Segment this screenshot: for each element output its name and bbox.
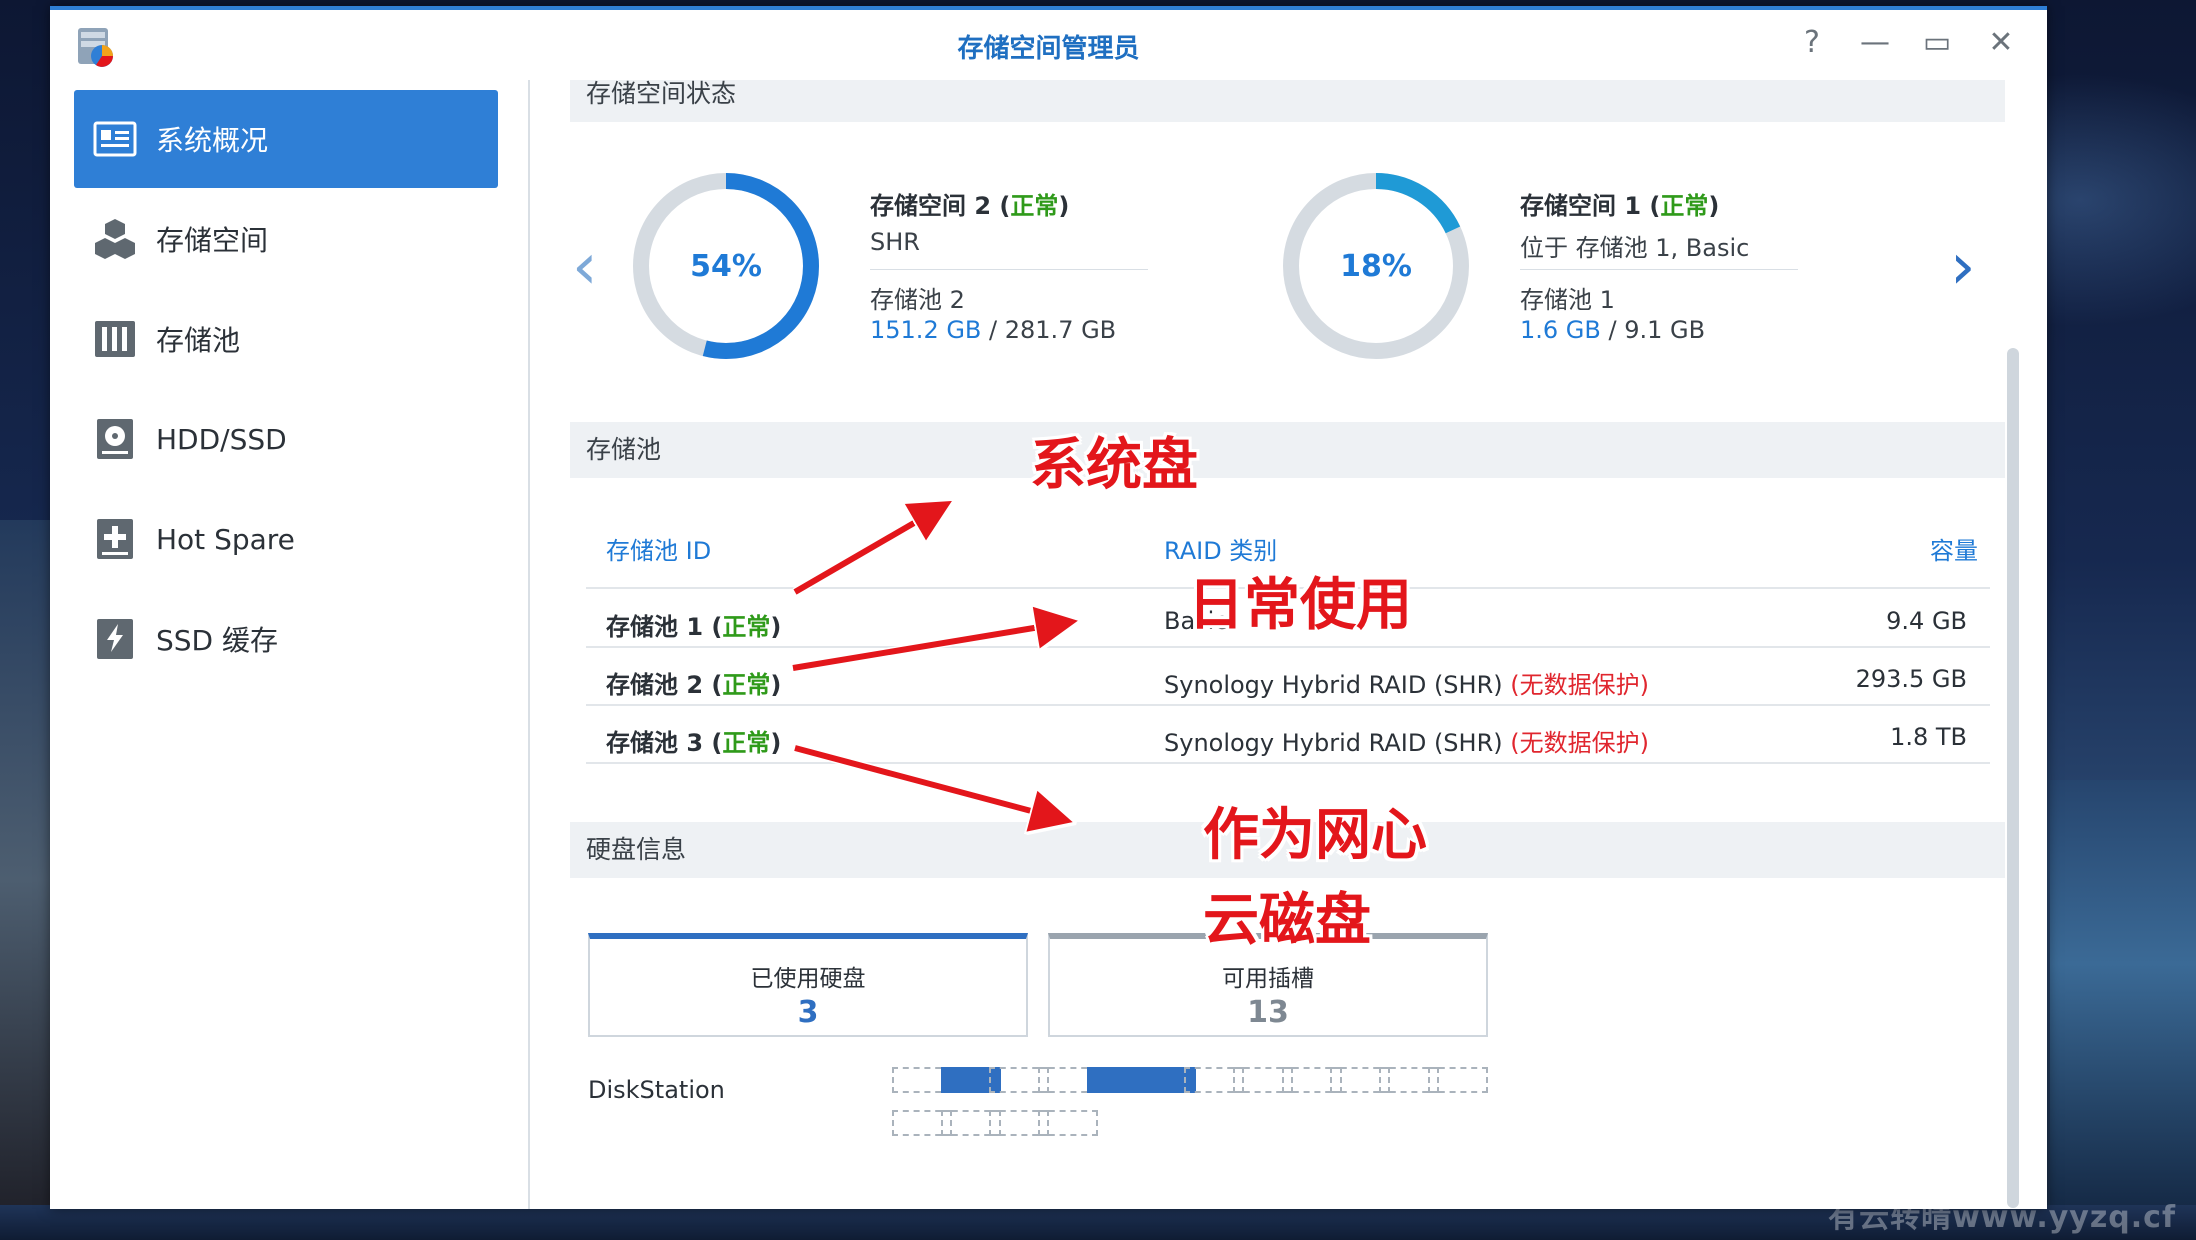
volume-capacity: 151.2 GB / 281.7 GB bbox=[870, 316, 1117, 344]
sidebar-item-label: SSD 缓存 bbox=[156, 624, 279, 657]
divider bbox=[870, 269, 1148, 270]
table-cell-raid: Synology Hybrid RAID (SHR) (无数据保护) bbox=[1164, 665, 1649, 700]
table-cell-pool-id[interactable]: 存储池 1 (正常) bbox=[606, 607, 781, 642]
volume-total: 9.1 GB bbox=[1624, 316, 1706, 344]
table-divider bbox=[586, 762, 1990, 764]
annotation-cloud-disk-2: 云磁盘 bbox=[1203, 888, 1371, 953]
no-protection-warning: (无数据保护) bbox=[1510, 729, 1649, 757]
sidebar-item-storage-pool[interactable]: 存储池 bbox=[74, 290, 498, 388]
hdd-icon bbox=[97, 419, 133, 459]
table-cell-capacity: 1.8 TB bbox=[1890, 723, 1967, 751]
table-cell-pool-id[interactable]: 存储池 2 (正常) bbox=[606, 665, 781, 700]
free-slots-label: 可用插槽 bbox=[1222, 966, 1314, 992]
usage-percent: 18% bbox=[1340, 248, 1412, 284]
main-panel: 存储空间状态 ‹ › 54% 存储空间 2 (正常) SHR 存储池 2 151… bbox=[530, 80, 2047, 1209]
table-cell-raid: Synology Hybrid RAID (SHR) (无数据保护) bbox=[1164, 723, 1649, 758]
window-title: 存储空间管理员 bbox=[957, 34, 1140, 64]
table-divider bbox=[586, 646, 1990, 648]
storage-pool-icon bbox=[95, 321, 135, 357]
volume-used: 151.2 GB bbox=[870, 316, 982, 344]
device-name: DiskStation bbox=[588, 1076, 725, 1104]
volume-title: 存储空间 1 (正常) bbox=[1520, 192, 1720, 220]
divider bbox=[1520, 269, 1798, 270]
storage-manager-window: 存储空间管理员 ? — ▭ ✕ 系统概况 存储空间 存储池 HDD/SSD Ho… bbox=[50, 6, 2047, 1209]
sidebar: 系统概况 存储空间 存储池 HDD/SSD Hot Spare SSD 缓存 bbox=[50, 80, 530, 1209]
used-disks-card: 已使用硬盘 3 bbox=[588, 933, 1028, 1037]
help-button[interactable]: ? bbox=[1795, 26, 1829, 60]
raid-type: Synology Hybrid RAID (SHR) bbox=[1164, 671, 1503, 699]
pool-id: 存储池 2 bbox=[606, 671, 704, 699]
table-cell-capacity: 293.5 GB bbox=[1855, 665, 1967, 693]
used-disks-label: 已使用硬盘 bbox=[750, 966, 866, 992]
sidebar-item-label: 存储池 bbox=[156, 324, 241, 357]
free-slots-value: 13 bbox=[1247, 995, 1289, 1030]
table-cell-pool-id[interactable]: 存储池 3 (正常) bbox=[606, 723, 781, 758]
volume-capacity: 1.6 GB / 9.1 GB bbox=[1520, 316, 1706, 344]
annotation-daily-use: 日常使用 bbox=[1188, 573, 1412, 638]
volume-icon bbox=[95, 219, 135, 259]
no-protection-warning: (无数据保护) bbox=[1510, 671, 1649, 699]
table-divider bbox=[586, 704, 1990, 706]
overview-icon bbox=[93, 121, 137, 157]
disk-slot-empty[interactable] bbox=[1427, 1067, 1488, 1093]
pool-status: 正常 bbox=[722, 671, 771, 699]
volume-name: 存储空间 1 bbox=[1520, 192, 1642, 220]
section-header-volume-status: 存储空间状态 bbox=[570, 80, 2005, 122]
disk-slot-empty[interactable] bbox=[1038, 1110, 1099, 1136]
sidebar-item-overview[interactable]: 系统概况 bbox=[74, 90, 498, 188]
title-bar[interactable]: 存储空间管理员 ? — ▭ ✕ bbox=[50, 10, 2047, 80]
volume-total: 281.7 GB bbox=[1004, 316, 1117, 344]
sidebar-item-volume[interactable]: 存储空间 bbox=[74, 190, 498, 288]
maximize-button[interactable]: ▭ bbox=[1920, 26, 1954, 60]
volume-used: 1.6 GB bbox=[1520, 316, 1601, 344]
sidebar-item-label: Hot Spare bbox=[156, 522, 295, 556]
pool-id: 存储池 1 bbox=[606, 613, 704, 641]
desktop-scenery-right bbox=[2050, 780, 2196, 1240]
volume-status: 正常 bbox=[1010, 192, 1059, 220]
volume-status: 正常 bbox=[1660, 192, 1709, 220]
volume-usage-donut: 18% bbox=[1276, 166, 1476, 366]
column-header-pool-id[interactable]: 存储池 ID bbox=[606, 531, 711, 566]
sidebar-item-hot-spare[interactable]: Hot Spare bbox=[74, 490, 498, 588]
raid-type: Synology Hybrid RAID (SHR) bbox=[1164, 729, 1503, 757]
used-disks-value: 3 bbox=[797, 995, 819, 1030]
next-arrow-icon[interactable]: › bbox=[1950, 230, 1976, 304]
volume-pool: 存储池 2 bbox=[870, 286, 965, 314]
volume-title: 存储空间 2 (正常) bbox=[870, 192, 1070, 220]
volume-usage-donut: 54% bbox=[626, 166, 826, 366]
pool-status: 正常 bbox=[722, 613, 771, 641]
annotation-system-disk: 系统盘 bbox=[1030, 433, 1198, 498]
ssd-cache-icon bbox=[97, 619, 133, 659]
column-header-capacity[interactable]: 容量 bbox=[1930, 531, 1978, 566]
sidebar-item-label: 系统概况 bbox=[156, 124, 269, 157]
volume-name: 存储空间 2 bbox=[870, 192, 992, 220]
sidebar-item-ssd-cache[interactable]: SSD 缓存 bbox=[74, 590, 498, 688]
usage-percent: 54% bbox=[690, 248, 762, 284]
scrollbar[interactable] bbox=[2007, 348, 2019, 1208]
section-header-storage-pool: 存储池 bbox=[570, 422, 2005, 478]
sidebar-item-label: HDD/SSD bbox=[156, 422, 287, 456]
volume-type: SHR bbox=[870, 228, 920, 256]
sidebar-item-label: 存储空间 bbox=[156, 224, 269, 257]
table-cell-capacity: 9.4 GB bbox=[1886, 607, 1967, 635]
volume-pool: 存储池 1 bbox=[1520, 286, 1615, 314]
minimize-button[interactable]: — bbox=[1858, 26, 1892, 60]
hot-spare-icon bbox=[97, 519, 133, 559]
pool-status: 正常 bbox=[722, 729, 771, 757]
pool-id: 存储池 3 bbox=[606, 729, 704, 757]
prev-arrow-icon[interactable]: ‹ bbox=[572, 230, 598, 304]
volume-type: 位于 存储池 1, Basic bbox=[1520, 234, 1750, 262]
annotation-cloud-disk-1: 作为网心 bbox=[1203, 803, 1427, 868]
sidebar-item-hdd-ssd[interactable]: HDD/SSD bbox=[74, 390, 498, 488]
close-button[interactable]: ✕ bbox=[1984, 26, 2018, 60]
